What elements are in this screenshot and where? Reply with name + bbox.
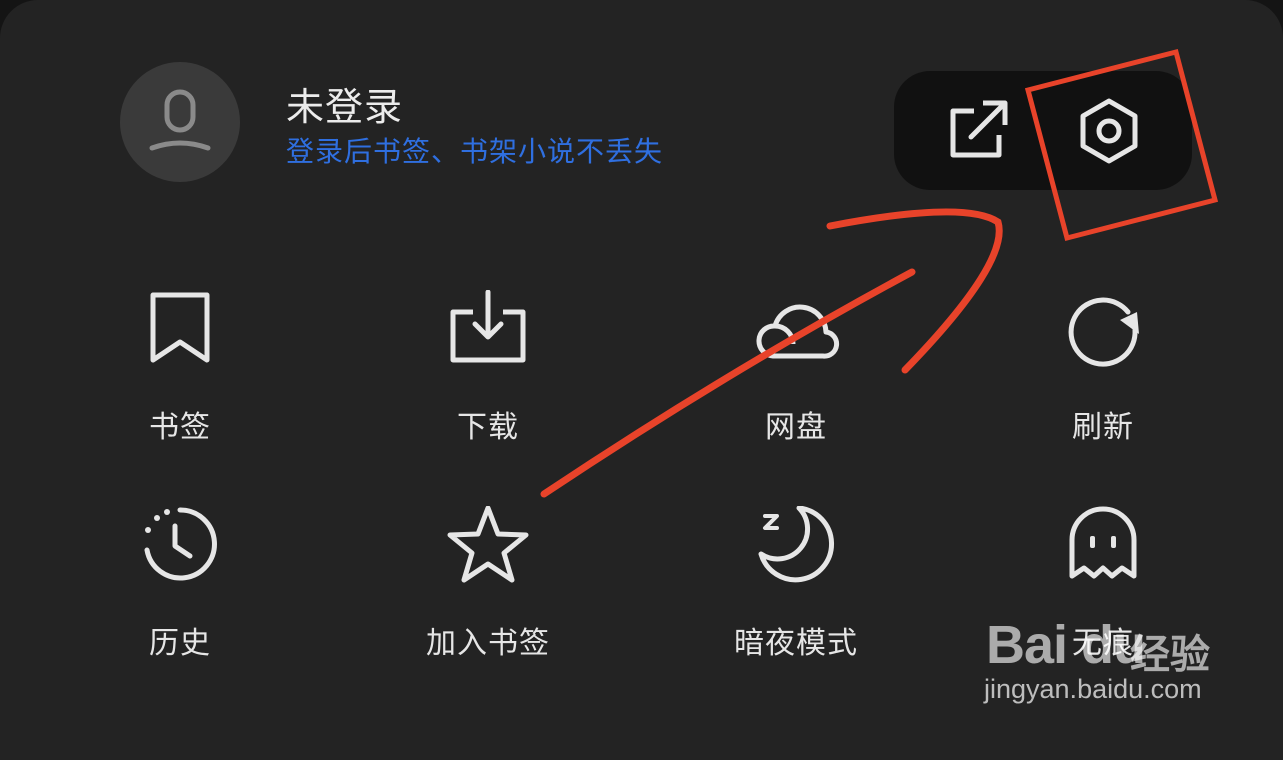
- bookmark-label: 书签: [149, 410, 211, 445]
- share-out-icon: [950, 100, 1008, 158]
- incognito-label: 无痕: [1072, 626, 1134, 661]
- download-button[interactable]: 下载: [378, 290, 598, 460]
- menu-panel: 未登录 登录后书签、书架小说不丢失 书签 下载 网盘 刷新 历史 加入书签 暗夜…: [0, 0, 1283, 760]
- download-icon: [450, 290, 526, 363]
- dark-mode-label: 暗夜模式: [734, 626, 858, 661]
- history-clock-icon: [144, 507, 217, 581]
- username-label[interactable]: 未登录: [286, 76, 403, 131]
- download-label: 下载: [457, 410, 519, 445]
- bookmark-button[interactable]: 书签: [70, 290, 290, 460]
- moon-icon: [758, 506, 835, 583]
- incognito-button[interactable]: 无痕: [993, 506, 1213, 676]
- avatar[interactable]: [120, 62, 240, 182]
- user-icon: [149, 89, 211, 151]
- bookmark-icon: [150, 292, 210, 363]
- star-icon: [447, 506, 529, 583]
- login-hint-link[interactable]: 登录后书签、书架小说不丢失: [286, 130, 663, 170]
- refresh-label: 刷新: [1072, 410, 1134, 445]
- refresh-button[interactable]: 刷新: [993, 290, 1213, 460]
- refresh-icon: [1068, 297, 1139, 367]
- settings-hexagon-icon: [1080, 98, 1138, 164]
- history-button[interactable]: 历史: [70, 506, 290, 676]
- history-label: 历史: [149, 626, 211, 661]
- header-tools: [894, 71, 1192, 190]
- cloud-drive-label: 网盘: [765, 410, 827, 445]
- share-button[interactable]: [919, 71, 1039, 190]
- cloud-icon: [756, 304, 840, 359]
- cloud-drive-button[interactable]: 网盘: [686, 290, 906, 460]
- settings-button[interactable]: [1049, 71, 1169, 190]
- add-bookmark-button[interactable]: 加入书签: [378, 506, 598, 676]
- add-bookmark-label: 加入书签: [426, 626, 550, 661]
- dark-mode-button[interactable]: 暗夜模式: [686, 506, 906, 676]
- ghost-icon: [1069, 506, 1137, 579]
